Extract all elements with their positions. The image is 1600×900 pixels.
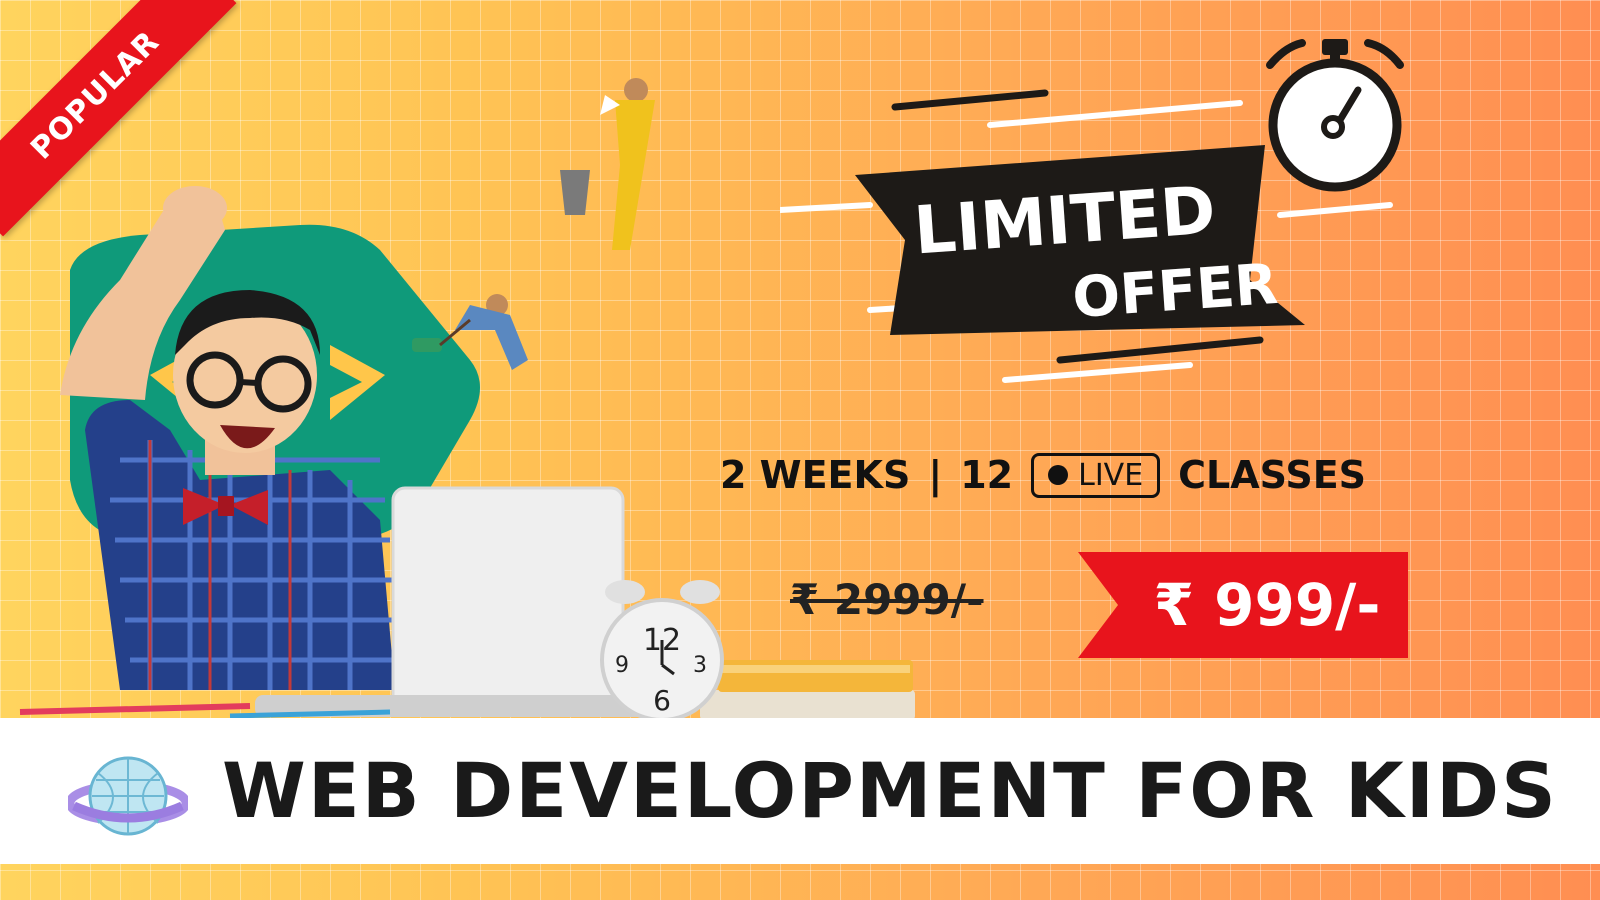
promo-banner: 12 9 3 6 POPULAR LIMITED OFFER 2 WEEKS |… (0, 0, 1600, 900)
class-count-text: 12 (960, 453, 1014, 497)
clock-numeral-6: 6 (653, 684, 671, 717)
clock-numeral-9: 9 (615, 653, 629, 678)
course-details: 2 WEEKS | 12 LIVE CLASSES (720, 450, 1366, 500)
pencil-illustration (19, 703, 251, 715)
limited-offer-graphic: LIMITED OFFER (780, 39, 1404, 383)
live-dot-icon (1048, 465, 1069, 485)
live-badge: LIVE (1031, 452, 1161, 498)
clock-numeral-3: 3 (693, 653, 707, 678)
painter-figure-icon (560, 78, 655, 250)
live-label: LIVE (1078, 457, 1144, 493)
course-title: WEB DEVELOPMENT FOR KIDS (222, 745, 1558, 835)
new-price-tag: ₹ 999/- (1078, 552, 1408, 658)
globe-icon (68, 756, 188, 836)
new-price: ₹ 999/- (1153, 571, 1381, 639)
old-price: ₹ 2999/- (790, 575, 984, 624)
duration-text: 2 WEEKS (720, 453, 911, 497)
separator-text: | (928, 453, 943, 497)
alarm-clock-illustration: 12 9 3 6 (600, 580, 724, 722)
books-illustration (700, 660, 915, 720)
stopwatch-icon (1266, 39, 1404, 192)
classes-text: CLASSES (1178, 453, 1367, 497)
